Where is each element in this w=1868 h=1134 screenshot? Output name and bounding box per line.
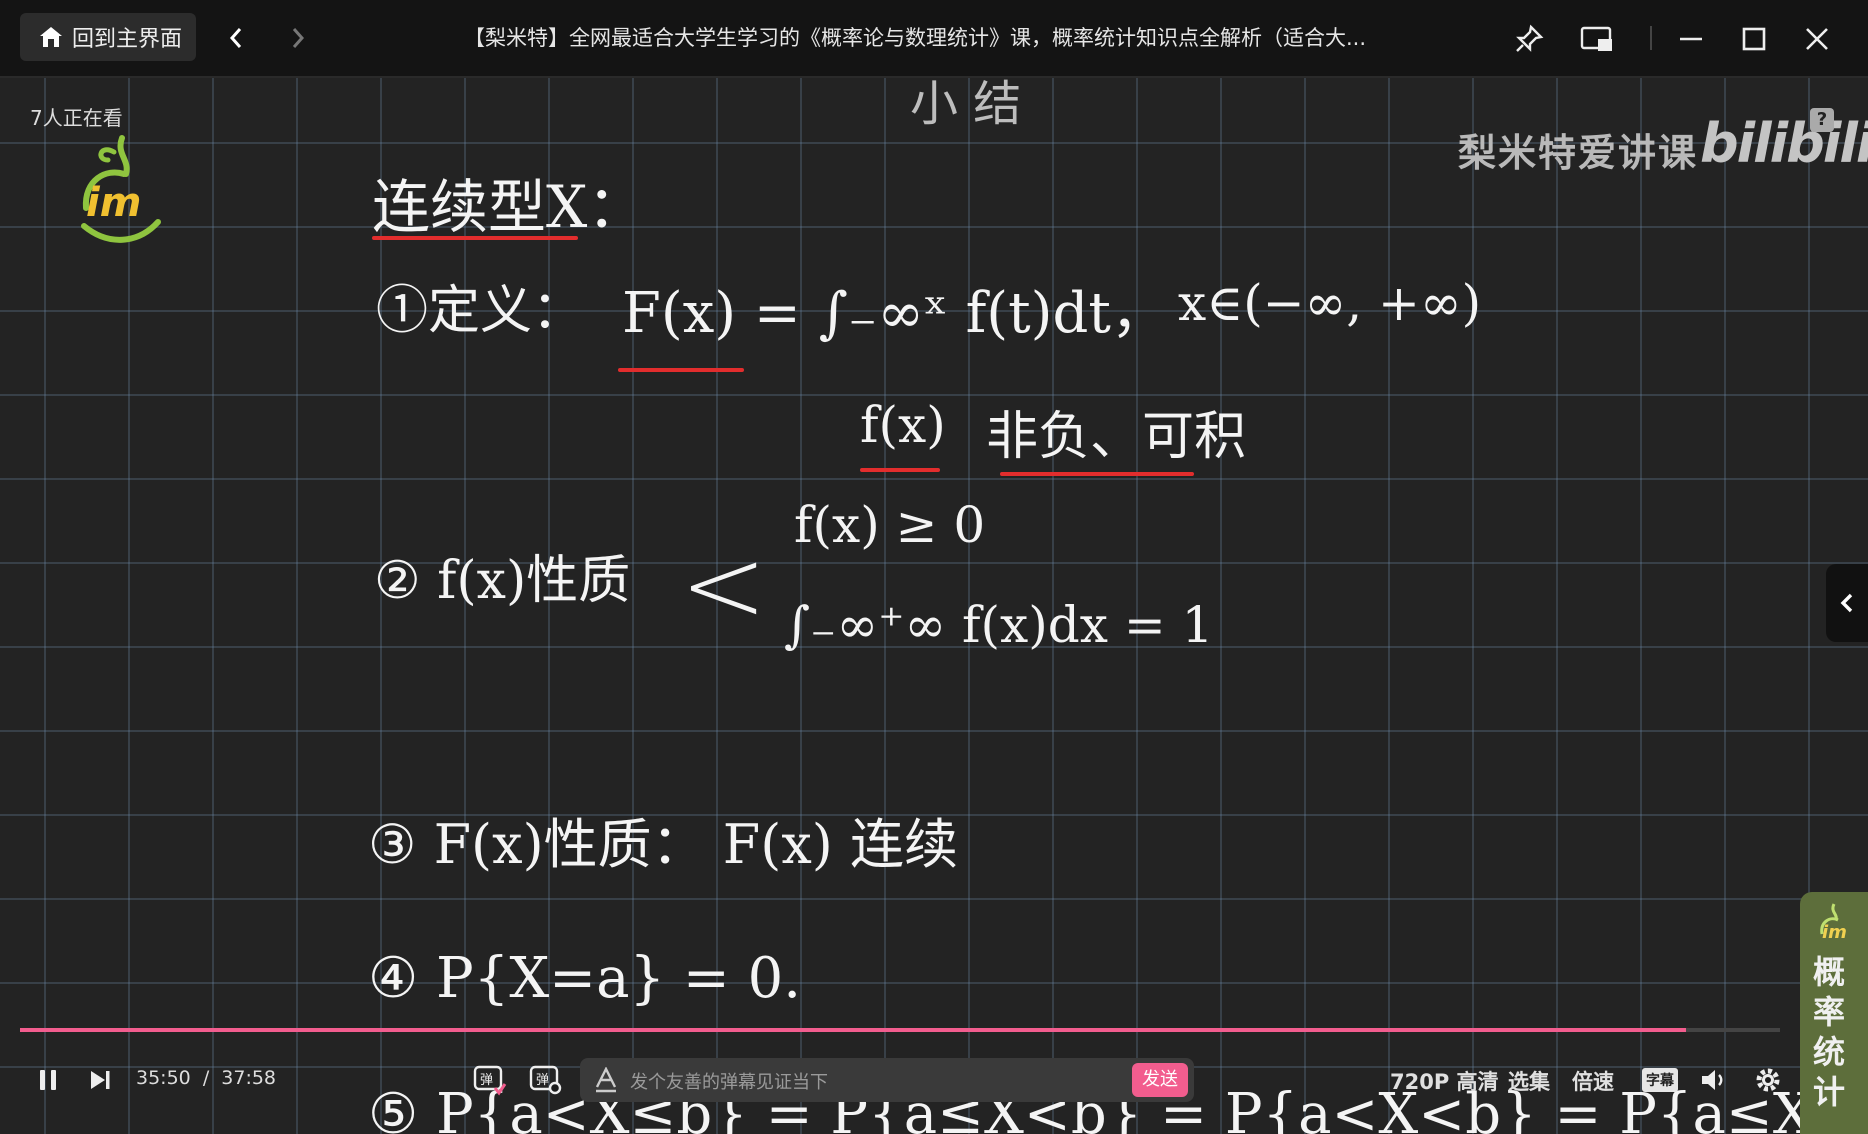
current-time: 35:50 — [136, 1067, 191, 1089]
minimize-button[interactable] — [1670, 18, 1712, 60]
maximize-button[interactable] — [1733, 18, 1775, 60]
fx-underline — [618, 368, 744, 372]
viewer-count: 7人正在看 — [30, 106, 123, 130]
close-icon — [1806, 28, 1828, 50]
back-icon — [229, 28, 242, 48]
note-f-underline — [860, 468, 940, 472]
pear-logo-icon: im — [81, 135, 161, 243]
maximize-icon — [1742, 27, 1766, 51]
chevron-left-icon — [1840, 593, 1853, 613]
channel-logo: im — [72, 130, 168, 258]
progress-bar[interactable] — [20, 1028, 1780, 1032]
svg-text:弹: 弹 — [536, 1073, 549, 1088]
progress-fill — [20, 1028, 1686, 1032]
home-icon — [40, 27, 62, 47]
svg-text:im: im — [1822, 922, 1847, 943]
section-title: 连续型X： — [372, 173, 646, 241]
time-display: 35:50 / 37:58 — [136, 1067, 276, 1089]
window-title: 【梨米特】全网最适合大学生学习的《概率论与数理统计》课，概率统计知识点全解析（适… — [463, 26, 1367, 50]
gear-icon — [1756, 1068, 1780, 1092]
time-separator: / — [202, 1067, 210, 1089]
home-label: 回到主界面 — [72, 27, 183, 52]
svg-text:im: im — [86, 180, 141, 226]
pause-button[interactable] — [28, 1060, 68, 1100]
help-badge[interactable]: ? — [1810, 108, 1834, 132]
danmu-settings-button[interactable]: 弹 — [526, 1060, 566, 1100]
pip-icon — [1580, 26, 1612, 51]
side-panel-toggle[interactable] — [1826, 564, 1868, 642]
pip-button[interactable] — [1576, 18, 1618, 60]
minimize-icon — [1680, 37, 1702, 41]
item2-brace: < — [680, 524, 768, 646]
item1-domain: x∈(−∞, +∞) — [1178, 274, 1482, 332]
section-title-underline — [372, 236, 578, 240]
pin-button[interactable] — [1508, 18, 1550, 60]
item1-note-text: 非负、可积 — [986, 407, 1247, 467]
pear-mini-icon: im — [1820, 903, 1847, 943]
next-button[interactable] — [80, 1060, 120, 1100]
video-player[interactable]: 小 结 连续型X： ①定义： F(x) = ∫₋∞ˣ f(t)dt， x∈(−∞… — [0, 78, 1868, 1134]
item1-note-f: f(x) — [860, 396, 946, 454]
item4: ④ P{X=a} = 0. — [368, 946, 802, 1011]
next-icon — [91, 1071, 110, 1089]
title-bar: 回到主界面 【梨米特】全网最适合大学生学习的《概率论与数理统计》课，概率统计知识… — [0, 0, 1868, 78]
bilibili-logo: bilibili — [1700, 112, 1868, 175]
note-text-underline — [1000, 472, 1194, 476]
item1-prefix: ①定义： — [376, 281, 585, 341]
channel-watermark: 梨米特爱讲课 — [1458, 131, 1699, 175]
item2-prefix: ② f(x)性质 — [374, 551, 631, 611]
pin-icon — [1516, 24, 1544, 52]
forward-button[interactable] — [278, 18, 318, 58]
danmu-input[interactable]: 发个友善的弹幕见证当下 — [630, 1068, 828, 1094]
item1-formula: F(x) = ∫₋∞ˣ f(t)dt， — [622, 281, 1167, 346]
close-button[interactable] — [1796, 18, 1838, 60]
font-style-button[interactable] — [586, 1060, 626, 1100]
subtitle-button[interactable]: 字幕 — [1640, 1060, 1680, 1100]
back-button[interactable] — [216, 18, 256, 58]
pause-icon — [40, 1070, 56, 1090]
danmu-toggle-button[interactable]: 弹 — [470, 1060, 510, 1100]
volume-icon — [1702, 1070, 1723, 1090]
settings-button[interactable] — [1748, 1060, 1788, 1100]
item2-cond2: ∫₋∞⁺∞ f(x)dx = 1 — [784, 596, 1214, 654]
send-button[interactable]: 发送 — [1132, 1063, 1188, 1097]
home-button[interactable]: 回到主界面 — [20, 13, 196, 61]
quality-selector[interactable]: 720P 高清 — [1390, 1066, 1499, 1096]
speed-button[interactable]: 倍速 — [1572, 1066, 1614, 1096]
board-heading: 小 结 — [910, 78, 1022, 132]
danmu-toggle-icon: 弹 — [473, 1065, 507, 1096]
title-separator — [1650, 26, 1652, 50]
danmu-settings-icon: 弹 — [529, 1065, 562, 1095]
subtitle-badge: 字幕 — [1642, 1068, 1678, 1092]
volume-button[interactable] — [1694, 1060, 1734, 1100]
svg-text:弹: 弹 — [480, 1073, 493, 1088]
font-icon — [595, 1067, 617, 1093]
forward-icon — [292, 28, 305, 48]
episodes-button[interactable]: 选集 — [1508, 1066, 1550, 1096]
item3: ③ F(x)性质： F(x) 连续 — [368, 813, 959, 876]
item2-cond1: f(x) ≥ 0 — [794, 496, 986, 554]
duration: 37:58 — [221, 1067, 277, 1089]
